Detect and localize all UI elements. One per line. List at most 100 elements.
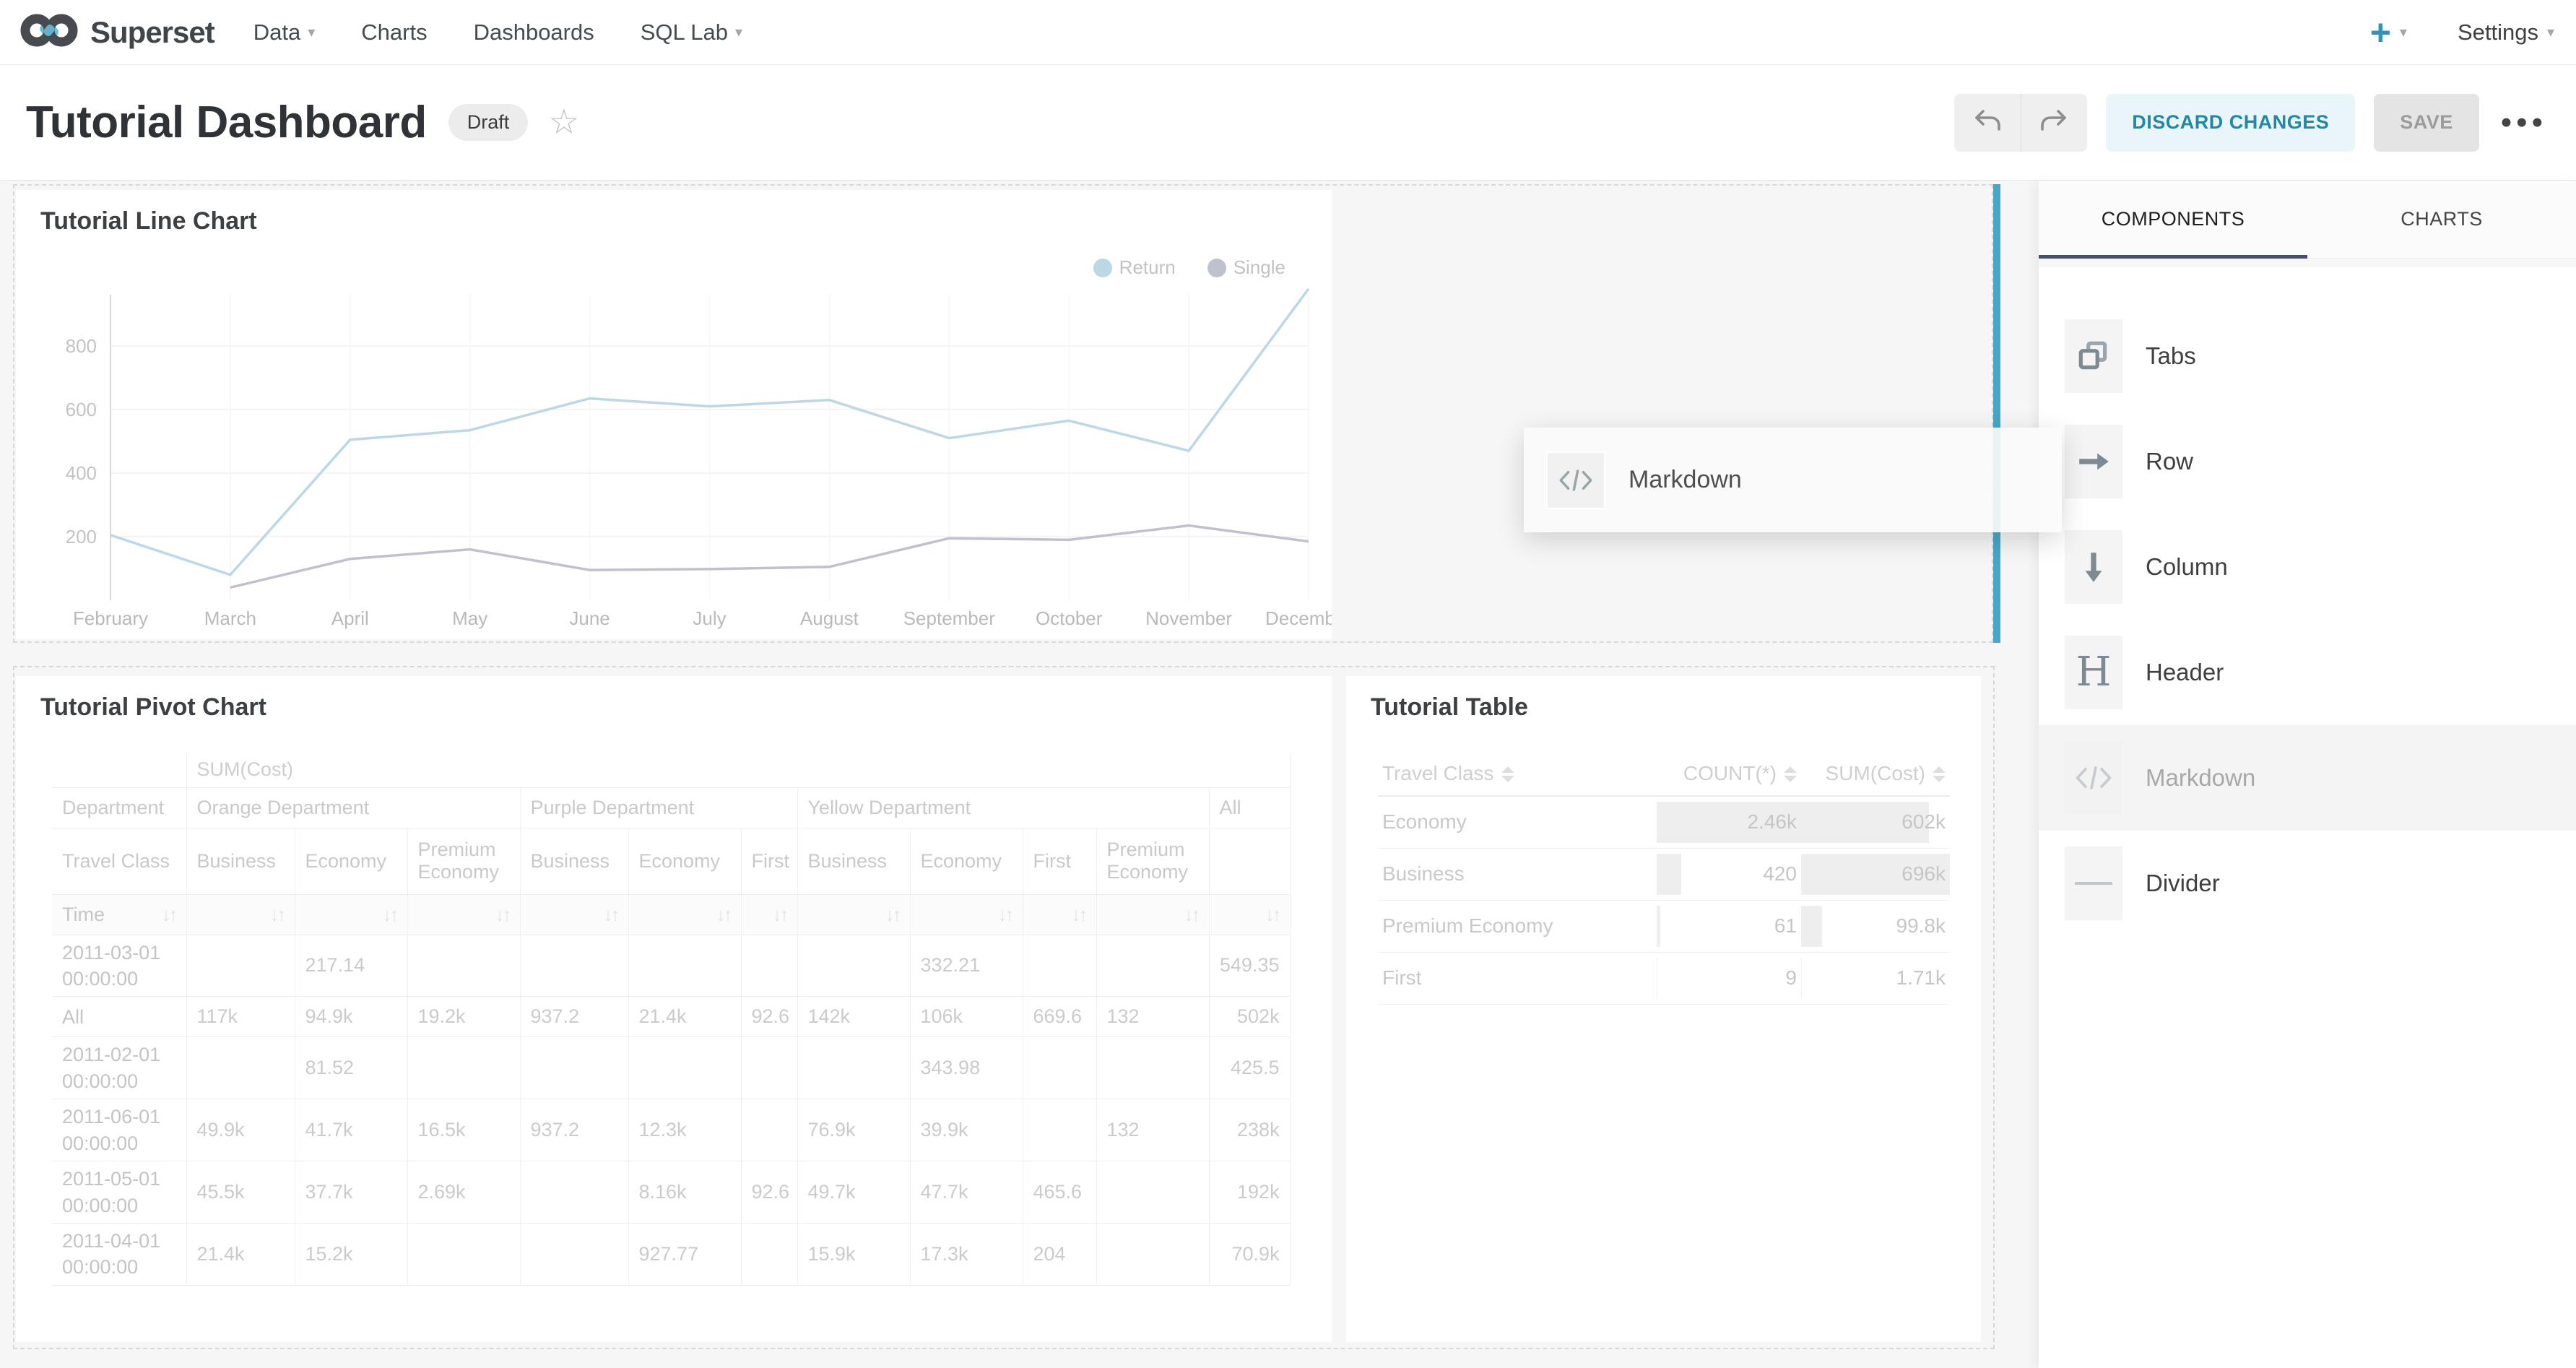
sort-carets-icon[interactable] bbox=[1784, 766, 1797, 782]
nav-item-data[interactable]: Data▾ bbox=[253, 20, 316, 46]
pivot-sort-cell[interactable]: ↓↑ bbox=[295, 894, 407, 935]
pivot-value-cell: 21.4k bbox=[186, 1224, 295, 1286]
tab-components[interactable]: COMPONENTS bbox=[2039, 181, 2307, 258]
svg-text:April: April bbox=[331, 607, 369, 629]
pivot-sort-cell[interactable]: ↓↑ bbox=[1023, 894, 1096, 935]
sidebar-item-header[interactable]: HHeader bbox=[2039, 620, 2576, 725]
line-chart-card[interactable]: Tutorial Line Chart ReturnSingle 2004006… bbox=[16, 190, 1332, 639]
table-header-travel-class[interactable]: Travel Class bbox=[1378, 751, 1657, 796]
nav-item-charts[interactable]: Charts bbox=[361, 20, 427, 46]
pivot-sort-cell[interactable]: ↓↑ bbox=[186, 894, 295, 935]
pivot-value-cell bbox=[1023, 1099, 1096, 1161]
pivot-value-cell: 16.5k bbox=[407, 1099, 520, 1161]
nav-item-sql-lab[interactable]: SQL Lab▾ bbox=[641, 20, 742, 46]
sort-arrows-icon[interactable]: ↓↑ bbox=[270, 904, 285, 926]
svg-text:December: December bbox=[1265, 607, 1332, 629]
svg-text:February: February bbox=[73, 607, 148, 629]
svg-text:800: 800 bbox=[66, 335, 97, 357]
pivot-sort-cell[interactable]: Time↓↑ bbox=[52, 894, 186, 935]
table-header-count[interactable]: COUNT(*) bbox=[1657, 751, 1801, 796]
favorite-star-icon[interactable]: ☆ bbox=[548, 105, 579, 140]
sidebar-item-row[interactable]: Row bbox=[2039, 409, 2576, 514]
pivot-row: 2011-03-01 00:00:00217.14332.21549.35 bbox=[52, 935, 1290, 997]
pivot-sort-cell[interactable]: ↓↑ bbox=[407, 894, 520, 935]
more-menu-icon[interactable]: ••• bbox=[2501, 105, 2547, 141]
pivot-row-time: All bbox=[52, 997, 186, 1037]
pivot-sort-cell[interactable]: ↓↑ bbox=[797, 894, 910, 935]
sidebar-item-column[interactable]: Column bbox=[2039, 514, 2576, 620]
chevron-down-icon: ▾ bbox=[735, 25, 742, 40]
sort-arrows-icon[interactable]: ↓↑ bbox=[998, 904, 1012, 926]
sort-arrows-icon[interactable]: ↓↑ bbox=[383, 904, 397, 926]
sidebar-item-divider[interactable]: Divider bbox=[2039, 831, 2576, 936]
pivot-title: Tutorial Pivot Chart bbox=[40, 693, 266, 722]
header-actions: DISCARD CHANGES SAVE ••• bbox=[1954, 94, 2547, 152]
pivot-value-cell: 343.98 bbox=[910, 1037, 1023, 1099]
sort-arrows-icon[interactable]: ↓↑ bbox=[1184, 904, 1199, 926]
table-chart-card[interactable]: Tutorial Table Travel ClassCOUNT(*)SUM(C… bbox=[1346, 676, 1981, 1342]
sort-arrows-icon[interactable]: ↓↑ bbox=[604, 904, 618, 926]
svg-text:400: 400 bbox=[66, 462, 97, 484]
table-cell-sum: 696k bbox=[1801, 848, 1950, 900]
line-chart: 200400600800FebruaryMarchAprilMayJuneJul… bbox=[16, 190, 1332, 639]
pivot-value-cell: 92.6 bbox=[741, 997, 797, 1037]
pivot-sort-cell[interactable]: ↓↑ bbox=[520, 894, 628, 935]
pivot-value-cell: 76.9k bbox=[797, 1099, 910, 1161]
pivot-sort-cell[interactable]: ↓↑ bbox=[1209, 894, 1290, 935]
pivot-sort-cell[interactable]: ↓↑ bbox=[1096, 894, 1209, 935]
drag-preview-markdown[interactable]: Markdown bbox=[1524, 428, 2062, 532]
pivot-sort-cell[interactable]: ↓↑ bbox=[628, 894, 741, 935]
sort-arrows-icon[interactable]: ↓↑ bbox=[885, 904, 900, 926]
pivot-value-cell: 192k bbox=[1209, 1161, 1290, 1224]
nav-item-label: Data bbox=[253, 20, 300, 46]
table-cell-value: 2.46k bbox=[1748, 810, 1797, 833]
table-header-sum[interactable]: SUM(Cost) bbox=[1801, 751, 1950, 796]
superset-logo[interactable]: Superset bbox=[18, 10, 214, 54]
sidebar-item-tabs[interactable]: Tabs bbox=[2039, 303, 2576, 409]
settings-menu[interactable]: Settings ▾ bbox=[2458, 20, 2554, 46]
pivot-value-cell bbox=[797, 935, 910, 997]
sort-arrows-icon[interactable]: ↓↑ bbox=[1072, 904, 1086, 926]
settings-label: Settings bbox=[2458, 20, 2538, 46]
nav-item-dashboards[interactable]: Dashboards bbox=[474, 20, 594, 46]
redo-button[interactable] bbox=[2021, 94, 2088, 152]
dashboard-title[interactable]: Tutorial Dashboard bbox=[26, 97, 427, 148]
pivot-value-cell: 937.2 bbox=[520, 997, 628, 1037]
undo-button[interactable] bbox=[1954, 94, 2021, 152]
sort-carets-icon[interactable] bbox=[1501, 766, 1514, 782]
pivot-row-time: 2011-03-01 00:00:00 bbox=[52, 935, 186, 997]
pivot-column-header: Business bbox=[797, 828, 910, 894]
sort-arrows-icon[interactable]: ↓↑ bbox=[162, 904, 176, 926]
pivot-row: 2011-02-01 00:00:0081.52343.98425.5 bbox=[52, 1037, 1290, 1099]
pivot-value-cell: 19.2k bbox=[407, 997, 520, 1037]
pivot-corner-cell bbox=[52, 753, 186, 787]
sort-arrows-icon[interactable]: ↓↑ bbox=[773, 904, 787, 926]
discard-changes-button[interactable]: DISCARD CHANGES bbox=[2106, 94, 2355, 152]
tab-charts[interactable]: CHARTS bbox=[2307, 181, 2576, 258]
pivot-value-cell: 132 bbox=[1096, 997, 1209, 1037]
pivot-value-cell bbox=[407, 1224, 520, 1286]
table-cell-count: 2.46k bbox=[1657, 796, 1801, 848]
pivot-group-header: Purple Department bbox=[520, 787, 797, 828]
svg-text:May: May bbox=[452, 607, 487, 629]
sort-arrows-icon[interactable]: ↓↑ bbox=[1265, 904, 1280, 926]
value-bar bbox=[1657, 854, 1681, 895]
pivot-sort-cell[interactable]: ↓↑ bbox=[741, 894, 797, 935]
arrow-down-icon bbox=[2065, 530, 2122, 604]
pivot-value-cell bbox=[628, 1037, 741, 1099]
pivot-sort-cell[interactable]: ↓↑ bbox=[910, 894, 1023, 935]
svg-text:June: June bbox=[569, 607, 610, 629]
pivot-value-cell: 332.21 bbox=[910, 935, 1023, 997]
pivot-all-header: All bbox=[1209, 787, 1290, 828]
sort-arrows-icon[interactable]: ↓↑ bbox=[495, 904, 510, 926]
new-item-button[interactable]: + ▾ bbox=[2370, 14, 2407, 51]
table-cell-travel-class: Economy bbox=[1378, 796, 1657, 848]
pivot-row: 2011-05-01 00:00:0045.5k37.7k2.69k8.16k9… bbox=[52, 1161, 1290, 1224]
sort-carets-icon[interactable] bbox=[1933, 766, 1946, 782]
status-badge: Draft bbox=[448, 104, 529, 141]
sort-arrows-icon[interactable]: ↓↑ bbox=[716, 904, 731, 926]
save-button[interactable]: SAVE bbox=[2374, 94, 2479, 152]
pivot-value-cell: 937.2 bbox=[520, 1099, 628, 1161]
pivot-chart-card[interactable]: Tutorial Pivot Chart SUM(Cost)Department… bbox=[16, 676, 1332, 1342]
sidebar-item-markdown[interactable]: Markdown bbox=[2039, 725, 2576, 831]
